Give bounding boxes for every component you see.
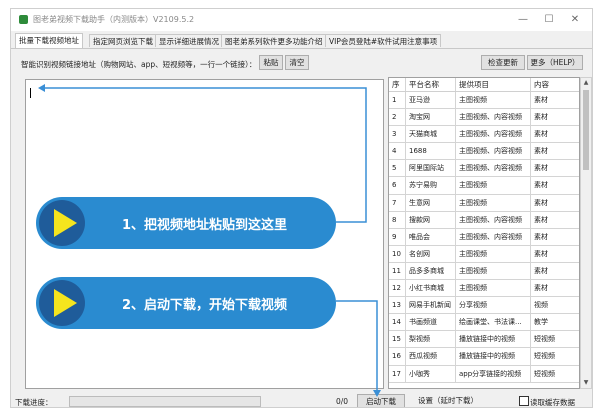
- paste-guide-arrow: [40, 87, 367, 223]
- guide-arrows: [38, 84, 381, 397]
- start-guide-arrow: [336, 300, 378, 392]
- paste-arrow-head-icon: [38, 84, 45, 92]
- start-arrow-head-icon: [373, 390, 381, 397]
